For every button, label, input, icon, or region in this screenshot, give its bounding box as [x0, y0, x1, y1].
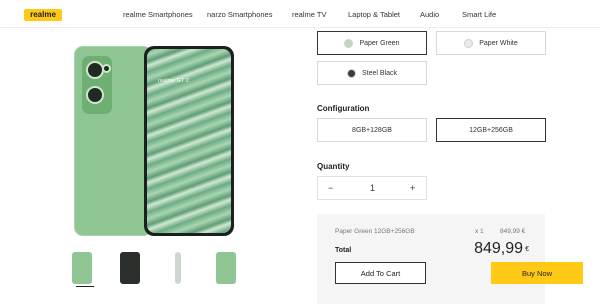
- steel-black-swatch-icon: [346, 68, 356, 78]
- total-label: Total: [335, 247, 352, 254]
- total-currency: €: [525, 246, 529, 253]
- decrement-button[interactable]: −: [328, 183, 333, 193]
- nav-narzo-smartphones[interactable]: narzo Smartphones: [207, 10, 272, 19]
- phone-front-image: [144, 46, 234, 236]
- thumbnail-image: [72, 252, 92, 284]
- nav-realme-tv[interactable]: realme TV: [292, 10, 326, 19]
- thumbnail-image: [175, 252, 181, 284]
- color-option-label: Paper Green: [359, 39, 400, 47]
- screen-brand-text: realme GT 2: [158, 78, 189, 84]
- config-option-12gb-256gb[interactable]: 12GB+256GB: [436, 118, 546, 142]
- color-option-paper-green[interactable]: Paper Green: [317, 31, 427, 55]
- phone-screen: [147, 49, 231, 233]
- order-summary: Paper Green 12GB+256GB x 1 849,99 € Tota…: [317, 214, 583, 304]
- thumbnail-active-indicator: [76, 286, 94, 287]
- nav-smart-life[interactable]: Smart Life: [462, 10, 496, 19]
- product-hero-image: realme GT 2: [74, 44, 234, 240]
- summary-item-qty: x 1: [475, 228, 484, 235]
- thumbnail-image: [216, 252, 236, 284]
- color-option-label: Steel Black: [361, 69, 398, 77]
- thumbnail-2[interactable]: [112, 248, 148, 288]
- camera-module: [82, 56, 112, 114]
- paper-green-swatch-icon: [344, 38, 354, 48]
- quantity-value: 1: [370, 183, 376, 193]
- paper-white-swatch-icon: [464, 38, 474, 48]
- camera-lens: [104, 66, 109, 71]
- config-option-label: 8GB+128GB: [352, 126, 392, 134]
- color-option-paper-white[interactable]: Paper White: [436, 31, 546, 55]
- camera-lens: [88, 88, 102, 102]
- color-option-label: Paper White: [479, 39, 518, 47]
- quantity-label: Quantity: [317, 162, 350, 171]
- thumbnail-4[interactable]: [208, 248, 244, 288]
- total-price: 849,99: [474, 240, 523, 257]
- config-option-8gb-128gb[interactable]: 8GB+128GB: [317, 118, 427, 142]
- color-option-steel-black[interactable]: Steel Black: [317, 61, 427, 85]
- summary-item-price: 849,99 €: [500, 228, 526, 235]
- configuration-label: Configuration: [317, 104, 370, 113]
- config-option-label: 12GB+256GB: [469, 126, 513, 134]
- realme-logo[interactable]: realme: [24, 9, 62, 21]
- thumbnail-1[interactable]: [64, 248, 100, 288]
- summary-item-name: Paper Green 12GB+256GB: [335, 228, 415, 235]
- thumbnail-image: [120, 252, 140, 284]
- camera-lens: [88, 63, 102, 77]
- phone-back-image: [74, 46, 152, 236]
- quantity-stepper: − 1 +: [317, 176, 427, 200]
- increment-button[interactable]: +: [410, 183, 415, 193]
- nav-realme-smartphones[interactable]: realme Smartphones: [123, 10, 193, 19]
- top-nav-bar: realme realme Smartphones narzo Smartpho…: [0, 0, 600, 28]
- thumbnail-3[interactable]: [160, 248, 196, 288]
- nav-laptop-tablet[interactable]: Laptop & Tablet: [348, 10, 400, 19]
- buy-now-button[interactable]: Buy Now: [491, 262, 583, 284]
- add-to-cart-button[interactable]: Add To Cart: [335, 262, 426, 284]
- nav-audio[interactable]: Audio: [420, 10, 439, 19]
